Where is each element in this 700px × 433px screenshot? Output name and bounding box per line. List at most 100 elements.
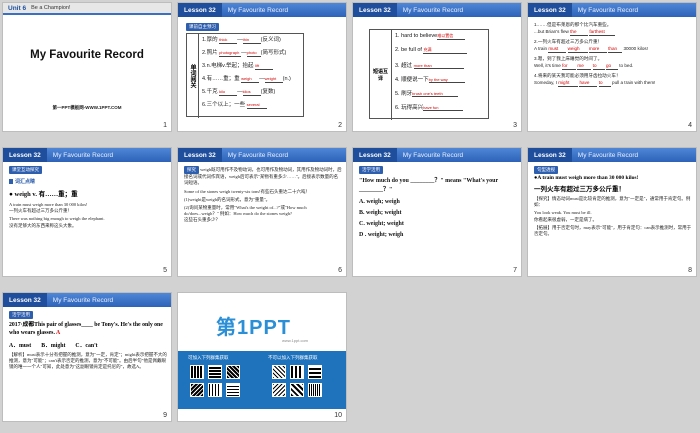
vocab-row-1: 1.厚的 thick —thin (反义词): [202, 37, 281, 45]
qr-code: [190, 383, 204, 397]
section-tag: 活学活用: [9, 311, 33, 319]
vocab-row-2: 2.照片 photograph —photo (简写形式): [202, 50, 287, 58]
slide-number: 4: [688, 122, 692, 129]
slide-number: 8: [688, 267, 692, 274]
slide-8-thumbnail[interactable]: Lesson 32 My Favourite Record 句型透视 ●A tr…: [528, 148, 696, 276]
lesson-label: Lesson 32: [353, 3, 397, 17]
example-2-cn: 没有足够大的东西来称这头大象。: [9, 222, 77, 228]
slide-header-bar: Lesson 32 My Favourite Record: [353, 3, 521, 17]
slide-footer: 第一PPT模板网-WWW.1PPT.COM: [52, 105, 122, 110]
slide-header-bar: Lesson 32 My Favourite Record: [528, 3, 696, 17]
qr-code: [308, 383, 322, 397]
slide-header-bar: Lesson 32 My Favourite Record: [178, 3, 346, 17]
lesson-title: My Favourite Record: [227, 151, 289, 159]
slide-number: 2: [338, 122, 342, 129]
phrase-box: 短语互译 1. hard to believe难以置信 2. be full o…: [369, 29, 489, 120]
vocab-row-5: 5.千克 kilo —kilos (复数): [202, 89, 276, 97]
question-text: "How much do you ________？" means "What'…: [359, 178, 499, 193]
slide-4-thumbnail[interactable]: Lesson 32 My Favourite Record 1.……但是布莱恩的…: [528, 3, 696, 131]
vocab-row-3: 3.n.电梯v.举起；抬起 lift: [202, 63, 291, 76]
vocab-row-4: 4.有……重；重 weigh —weight (n.): [202, 76, 291, 84]
unit-title: Be a Champion!: [31, 5, 71, 11]
lesson-label: Lesson 32: [353, 148, 397, 162]
slide-header-bar: Lesson 32 My Favourite Record: [528, 148, 696, 162]
explanation: 【解析】must表示十分有把握的推测，意为"一定，肯定"；might表示把握不大…: [9, 352, 167, 370]
explanation-1: 探究 weigh既可用作不及物动词，也可用作及物动词，其用作及物动词时，后接名词…: [184, 166, 342, 186]
option-d: D . weight; weigh: [359, 232, 404, 238]
subheading: 词汇点睛: [9, 178, 167, 185]
lesson-label: Lesson 32: [3, 148, 47, 162]
slide-9-thumbnail[interactable]: Lesson 32 My Favourite Record 活学活用 2017·…: [3, 293, 171, 421]
slide-6-thumbnail[interactable]: Lesson 32 My Favourite Record 探究 weigh既可…: [178, 148, 346, 276]
qr-caption-right: 不可以加入下列群集获取: [268, 355, 318, 360]
lesson-title: My Favourite Record: [402, 151, 464, 159]
lesson-title: My Favourite Record: [227, 6, 289, 14]
explanation-3: (1)weight是weigh的名词形式，意为"重量"。: [184, 196, 271, 202]
slide-10-thumbnail[interactable]: 第1PPT www.1ppt.com 可加入下列群集获取 不可以加入下列群集获取…: [178, 293, 346, 421]
ppt-logo: 第1PPT www.1ppt.com: [216, 317, 308, 343]
option-a: A. weigh; weigh: [359, 199, 400, 205]
slide-title: My Favourite Record: [30, 49, 144, 61]
unit-label: Unit 6: [8, 4, 27, 12]
section-tag: 课堂互动探究: [9, 166, 42, 174]
slide-number: 9: [163, 412, 167, 419]
example-1-cn: 一列火车有超过三万多公斤重！: [9, 208, 72, 214]
option-c: C. weight; weight: [359, 221, 404, 227]
section-tag: 课前自主预习: [186, 23, 219, 31]
qr-code: [226, 383, 240, 397]
slide-number: 5: [163, 267, 167, 274]
slide-header-bar: Lesson 32 My Favourite Record: [3, 148, 171, 162]
sentence-2: 2.一列火车有超过三万多公斤重！ A train must weigh more…: [534, 39, 648, 53]
qr-code: [208, 365, 222, 379]
slide-7-thumbnail[interactable]: Lesson 32 My Favourite Record 活学活用 "How …: [353, 148, 521, 276]
lesson-title: My Favourite Record: [577, 6, 639, 14]
vocab-point: ● weigh v. 有……重；重: [9, 191, 78, 198]
lesson-title: My Favourite Record: [577, 151, 639, 159]
slide-number: 3: [513, 122, 517, 129]
explore-text: 【探究】情态动词must是比较肯定的推测，意为"一定是"，通常用于肯定句。例如：: [534, 196, 691, 208]
lesson-label: Lesson 32: [178, 3, 222, 17]
qr-panel: 可加入下列群集获取 不可以加入下列群集获取: [178, 351, 346, 409]
vocab-box: 单词阅关 1.厚的 thick —thin (反义词) 2.照片 photograp…: [186, 33, 304, 118]
lesson-label: Lesson 32: [178, 148, 222, 162]
slide-1-thumbnail[interactable]: Unit 6 Be a Champion! My Favourite Recor…: [3, 3, 171, 131]
question-text: 2017·成都This pair of glasses____ be Tony'…: [9, 322, 163, 336]
phrase-row-2: 2. be full of 充满: [395, 47, 468, 61]
sentence-point-cn: 一列火车有超过三万多公斤重！: [534, 186, 625, 193]
lesson-label: Lesson 32: [528, 3, 572, 17]
slide-number: 7: [513, 267, 517, 274]
vocab-row-6: 6.三个以上；一些 several: [202, 102, 291, 115]
qr-code: [208, 383, 222, 397]
slide-3-thumbnail[interactable]: Lesson 32 My Favourite Record 短语互译 1. ha…: [353, 3, 521, 131]
slide-header-bar: Lesson 32 My Favourite Record: [178, 148, 346, 162]
example-cn: 你看起来很虚弱，一定是病了。: [534, 216, 597, 222]
slide-number: 10: [334, 412, 342, 419]
qr-code: [290, 365, 304, 379]
sentence-point: ●A train must weigh more than 30 000 kil…: [534, 175, 639, 181]
sentence-4: 4.将来的某天我可能必须用牙齿拉动火车！ Someday, I might ha…: [534, 73, 656, 87]
qr-code: [290, 383, 304, 397]
qr-code: [308, 365, 322, 379]
section-tag: 句型透视: [534, 166, 558, 174]
lesson-title: My Favourite Record: [52, 296, 114, 304]
lesson-title: My Favourite Record: [402, 6, 464, 14]
slide-2-thumbnail[interactable]: Lesson 32 My Favourite Record 课前自主预习 单词阅…: [178, 3, 346, 131]
lesson-label: Lesson 32: [3, 293, 47, 307]
qr-code: [272, 365, 286, 379]
phrase-row-4: 4. 顺便说一下by the way: [395, 75, 467, 89]
slide-number: 1: [163, 122, 167, 129]
vocab-side-label: 单词阅关: [187, 34, 199, 118]
lesson-title: My Favourite Record: [52, 151, 114, 159]
phrase-row-3: 3. 超过 more than: [395, 61, 467, 75]
section-tag: 活学活用: [359, 166, 383, 174]
explanation-4: (2)询问某物重量时，常用"What's the weight of...?"或…: [184, 205, 307, 217]
qr-code: [226, 365, 240, 379]
slide-header-bar: Lesson 32 My Favourite Record: [3, 293, 171, 307]
explanation-5: 这些石头重多少？: [184, 217, 220, 223]
qr-code: [190, 365, 204, 379]
slide-number: 6: [338, 267, 342, 274]
sentence-3: 3.嗯，到了我上床睡觉的时间了。 Well, it's time for me …: [534, 56, 634, 70]
slide-5-thumbnail[interactable]: Lesson 32 My Favourite Record 课堂互动探究 词汇点…: [3, 148, 171, 276]
qr-caption-left: 可加入下列群集获取: [188, 355, 229, 360]
explanation-2: Some of the stones weigh twenty-six tons…: [184, 188, 310, 194]
